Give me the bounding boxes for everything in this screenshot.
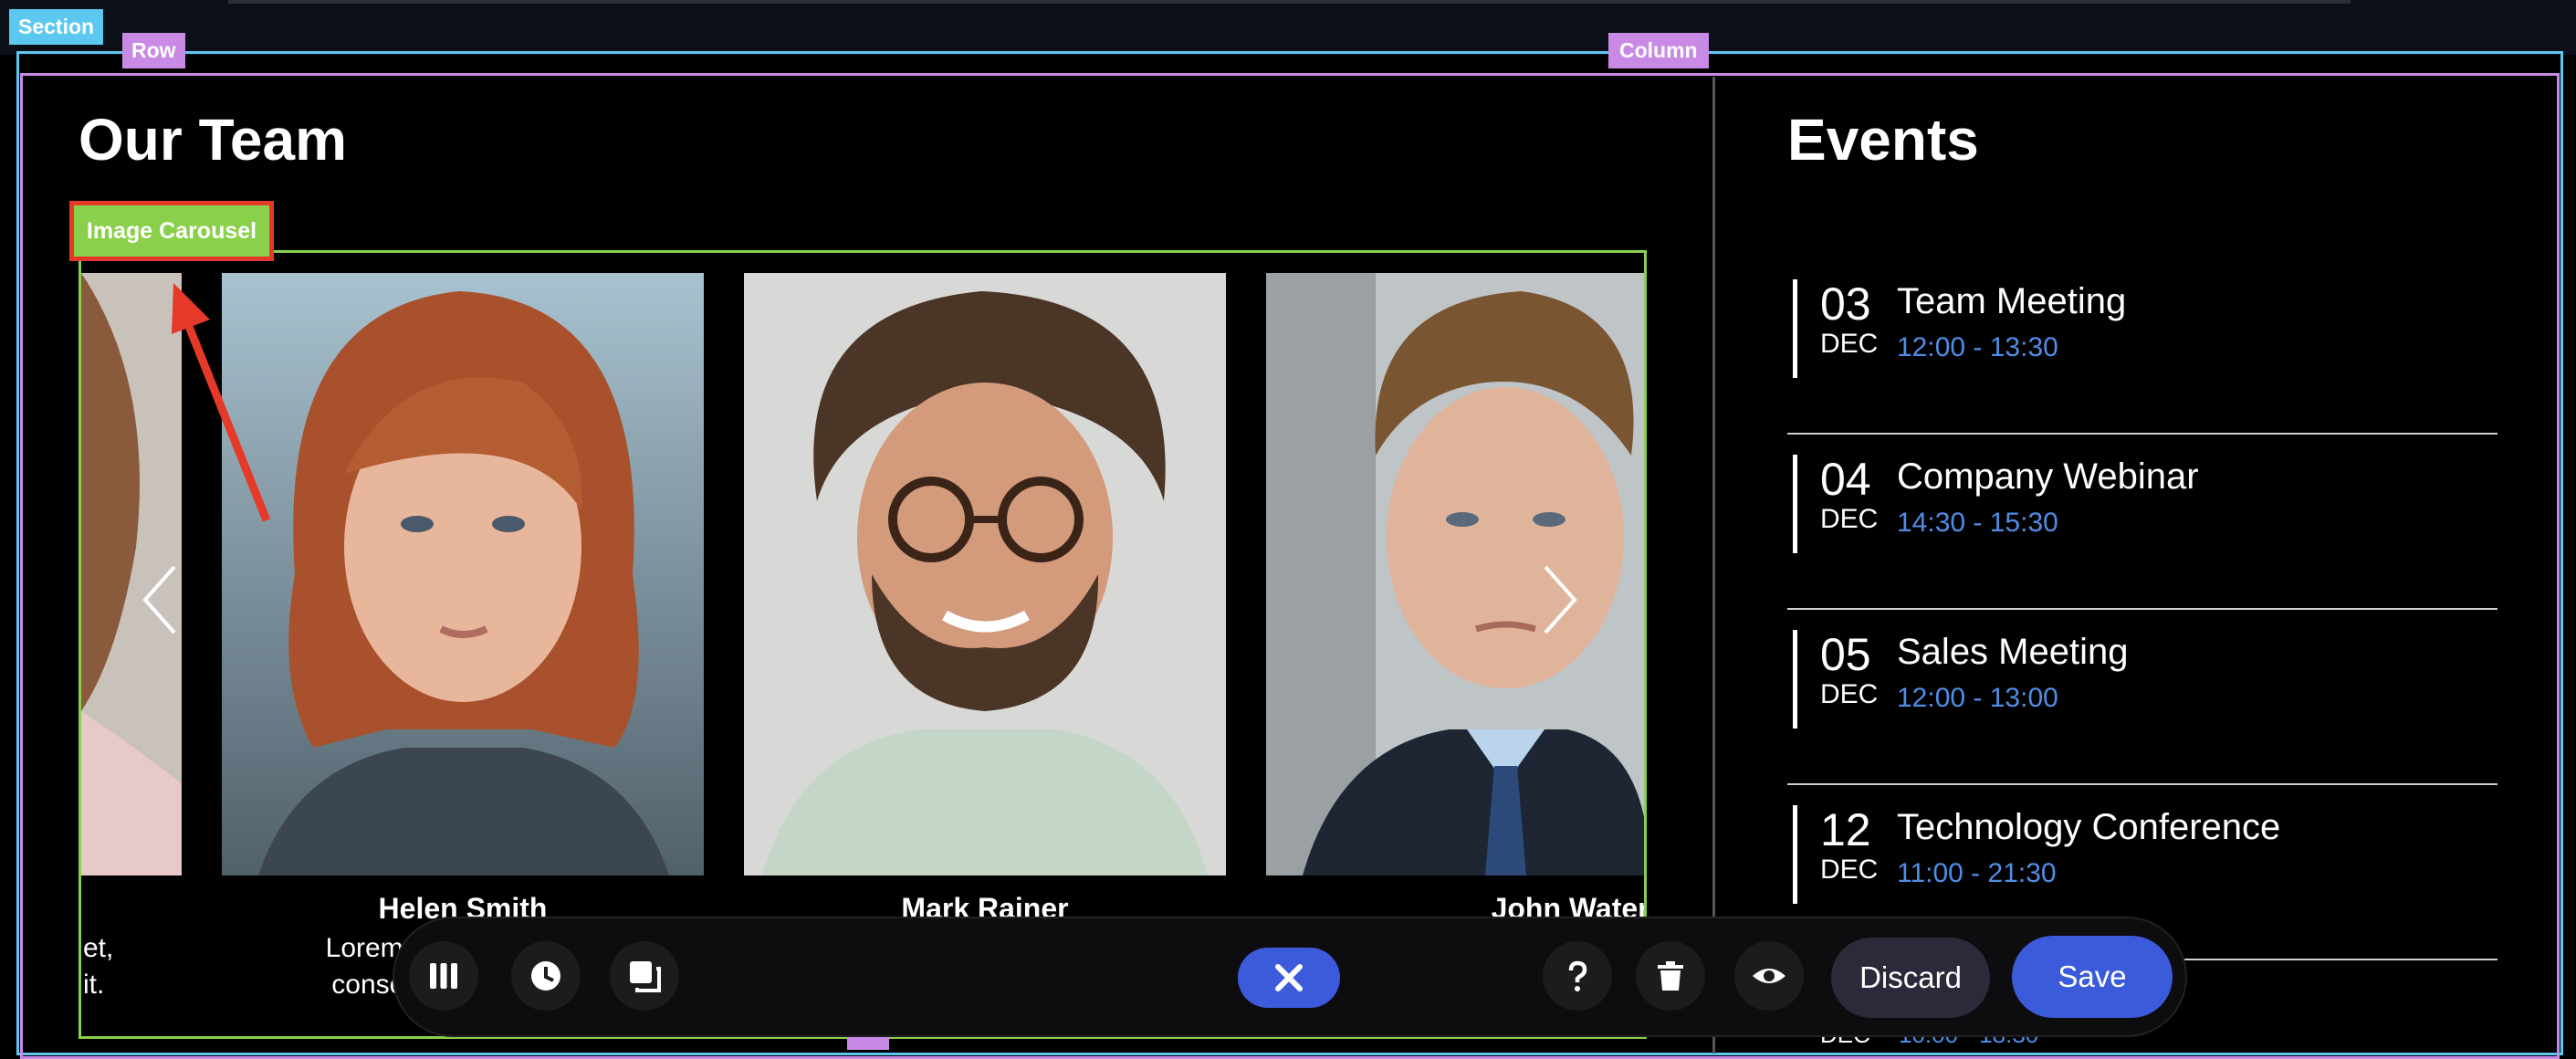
event-bar	[1793, 279, 1797, 378]
history-icon	[531, 961, 560, 991]
widget-tag-highlight[interactable]: Image Carousel	[69, 201, 274, 261]
event-title: Sales Meeting	[1897, 632, 2129, 672]
carousel-photo-helen	[222, 273, 704, 876]
event-item[interactable]: 05 DEC Sales Meeting 12:00 - 13:00	[1787, 608, 2497, 785]
event-title: Team Meeting	[1897, 281, 2127, 321]
row-tag[interactable]: Row	[122, 33, 185, 68]
team-heading: Our Team	[79, 107, 347, 173]
close-button[interactable]	[1238, 948, 1340, 1008]
desc-line: et,	[83, 933, 114, 963]
carousel-photo-mark	[744, 273, 1226, 876]
event-month: DEC	[1820, 679, 1879, 709]
event-bar	[1793, 630, 1797, 729]
eye-icon	[1753, 969, 1785, 983]
close-icon	[1275, 964, 1303, 991]
top-background	[0, 0, 2576, 55]
help-button[interactable]	[1543, 941, 1612, 1011]
annotation-arrow-icon	[172, 283, 271, 522]
save-button[interactable]: Save	[2012, 936, 2173, 1018]
carousel-next-arrow-icon[interactable]	[1542, 563, 1578, 636]
event-day: 04	[1820, 454, 1871, 505]
event-time: 12:00 - 13:00	[1897, 683, 2058, 713]
event-bar	[1793, 455, 1797, 553]
events-heading: Events	[1787, 107, 1979, 173]
section-tag[interactable]: Section	[9, 9, 104, 45]
help-icon	[1568, 960, 1587, 991]
desc-line: it.	[83, 970, 105, 1000]
event-time: 14:30 - 15:30	[1897, 508, 2058, 538]
event-title: Technology Conference	[1897, 807, 2281, 847]
event-bar	[1793, 805, 1797, 904]
copy-icon	[630, 961, 661, 992]
event-time: 12:00 - 13:30	[1897, 332, 2058, 362]
event-month: DEC	[1820, 504, 1879, 534]
event-item[interactable]: 03 DEC Team Meeting 12:00 - 13:30	[1787, 257, 2497, 435]
event-month: DEC	[1820, 329, 1879, 359]
event-day: 05	[1820, 629, 1871, 680]
carousel-prev-arrow-icon[interactable]	[141, 563, 178, 636]
event-title: Company Webinar	[1897, 456, 2199, 497]
event-month: DEC	[1820, 855, 1879, 885]
trash-icon	[1658, 961, 1683, 991]
top-strip	[228, 0, 2351, 4]
preview-button[interactable]	[1734, 941, 1804, 1011]
copy-button[interactable]	[610, 941, 679, 1011]
history-button[interactable]	[511, 941, 581, 1011]
event-day: 03	[1820, 278, 1871, 330]
column-divider	[1712, 77, 1715, 1054]
delete-button[interactable]	[1636, 941, 1705, 1011]
columns-button[interactable]	[409, 941, 478, 1011]
event-time: 11:00 - 21:30	[1897, 858, 2057, 888]
carousel-photo-john	[1266, 273, 1644, 876]
event-day: 12	[1820, 804, 1871, 855]
column-tag[interactable]: Column	[1608, 33, 1709, 68]
widget-tag: Image Carousel	[86, 217, 257, 244]
event-item[interactable]: 04 DEC Company Webinar 14:30 - 15:30	[1787, 433, 2497, 610]
columns-icon	[430, 963, 457, 989]
member-description-partial: et, it.	[83, 930, 113, 1003]
discard-button[interactable]: Discard	[1831, 938, 1990, 1018]
